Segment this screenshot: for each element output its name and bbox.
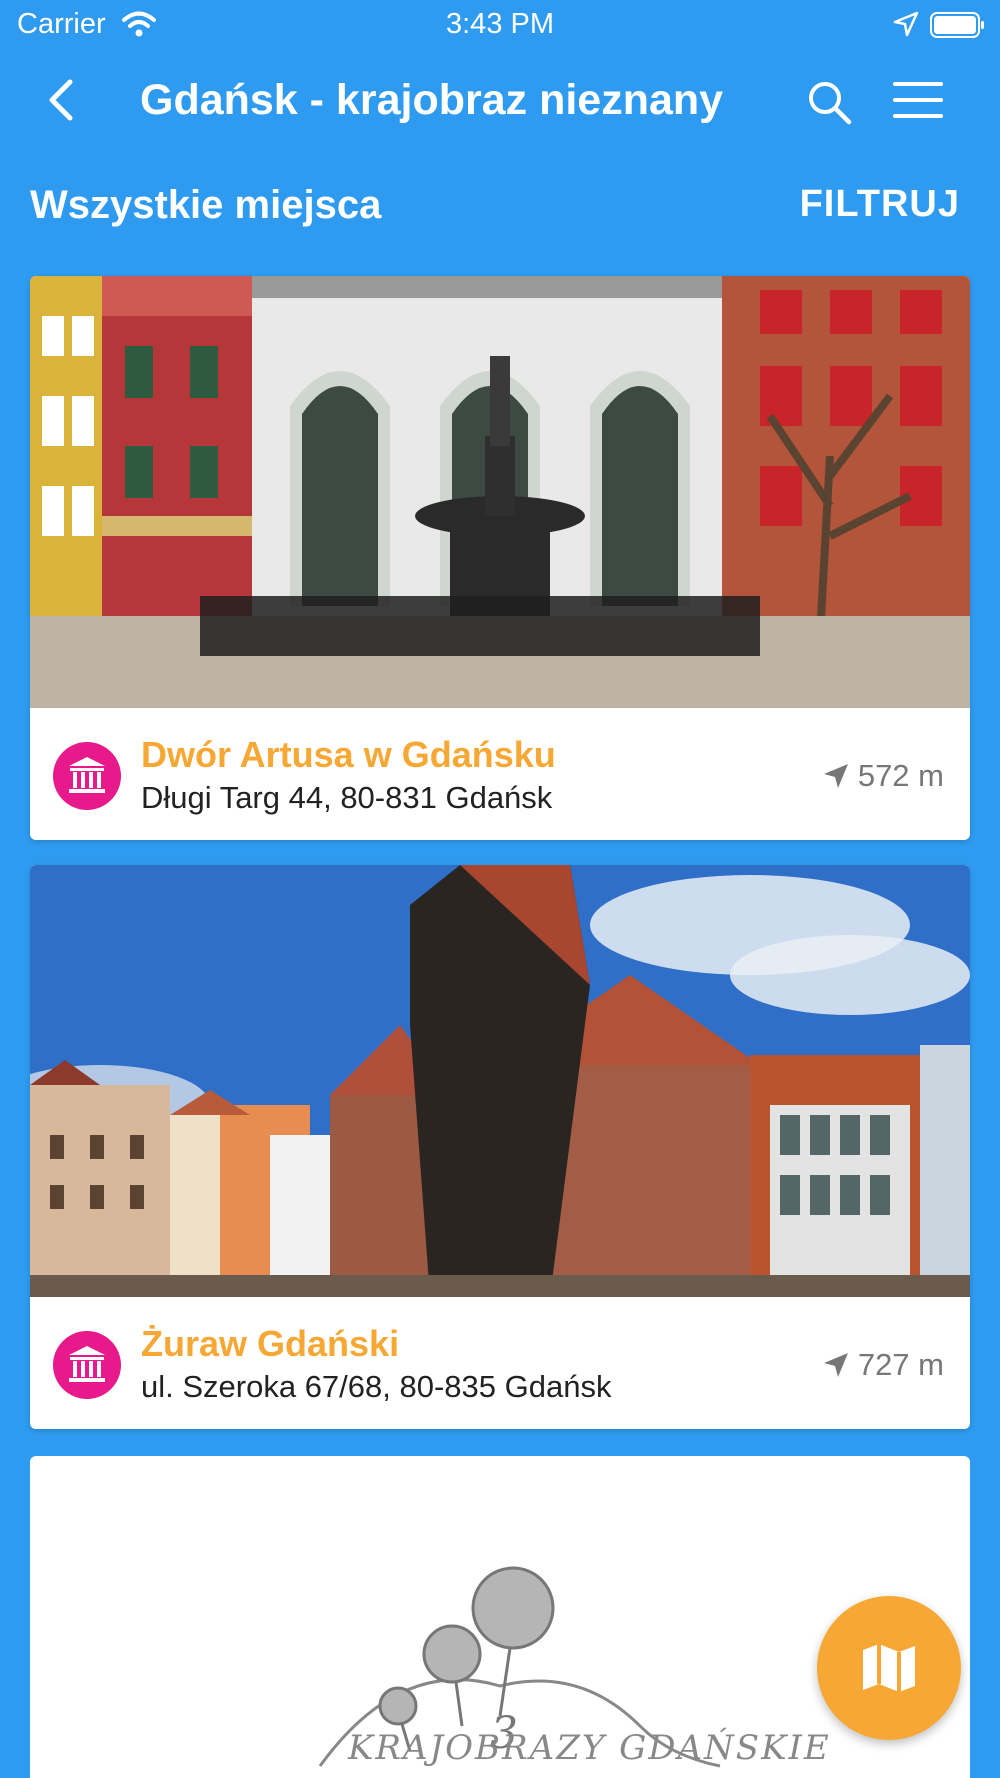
place-info: Dwór Artusa w Gdańsku Długi Targ 44, 80-… — [30, 708, 970, 840]
page-title: Gdańsk - krajobraz nieznany — [140, 76, 724, 124]
place-address: Długi Targ 44, 80-831 Gdańsk — [141, 780, 553, 815]
place-card[interactable]: Dwór Artusa w Gdańsku Długi Targ 44, 80-… — [30, 276, 970, 840]
distance-value: 727 m — [857, 1347, 944, 1382]
place-info: Żuraw Gdański ul. Szeroka 67/68, 80-835 … — [30, 1297, 970, 1429]
navigation-arrow-icon — [823, 1353, 848, 1377]
place-distance: 572 m — [822, 758, 944, 794]
navigation-bar: Gdańsk - krajobraz nieznany — [0, 50, 1000, 150]
place-name[interactable]: Dwór Artusa w Gdańsku — [141, 734, 556, 776]
place-name[interactable]: Żuraw Gdański — [141, 1323, 399, 1365]
logo-text: KRAJOBRAZY GDAŃSKIE — [348, 1728, 831, 1768]
museum-icon — [53, 1331, 121, 1399]
place-photo — [30, 276, 970, 708]
map-icon — [863, 1644, 915, 1692]
navigation-arrow-icon — [823, 764, 848, 788]
location-services-icon — [893, 11, 919, 37]
museum-icon — [53, 742, 121, 810]
place-address: ul. Szeroka 67/68, 80-835 Gdańsk — [141, 1369, 612, 1404]
place-card-logo[interactable]: 3 KRAJOBRAZY GDAŃSKIE — [30, 1456, 970, 1778]
screen: Carrier 3:43 PM Gdańsk - krajobraz niezn… — [0, 0, 1000, 1778]
search-icon[interactable] — [805, 78, 853, 126]
distance-value: 572 m — [857, 758, 944, 793]
place-photo — [30, 865, 970, 1297]
clock: 3:43 PM — [446, 8, 554, 40]
place-card[interactable]: Żuraw Gdański ul. Szeroka 67/68, 80-835 … — [30, 865, 970, 1429]
hamburger-menu-icon[interactable] — [893, 80, 943, 120]
back-chevron-icon[interactable] — [38, 76, 86, 124]
place-distance: 727 m — [822, 1347, 944, 1383]
section-title: Wszystkie miejsca — [30, 183, 382, 227]
battery-icon — [930, 12, 984, 38]
section-header: Wszystkie miejsca FILTRUJ — [0, 175, 1000, 235]
map-view-button[interactable] — [817, 1596, 961, 1740]
filter-button[interactable]: FILTRUJ — [800, 183, 960, 226]
status-bar: Carrier 3:43 PM — [0, 0, 1000, 50]
